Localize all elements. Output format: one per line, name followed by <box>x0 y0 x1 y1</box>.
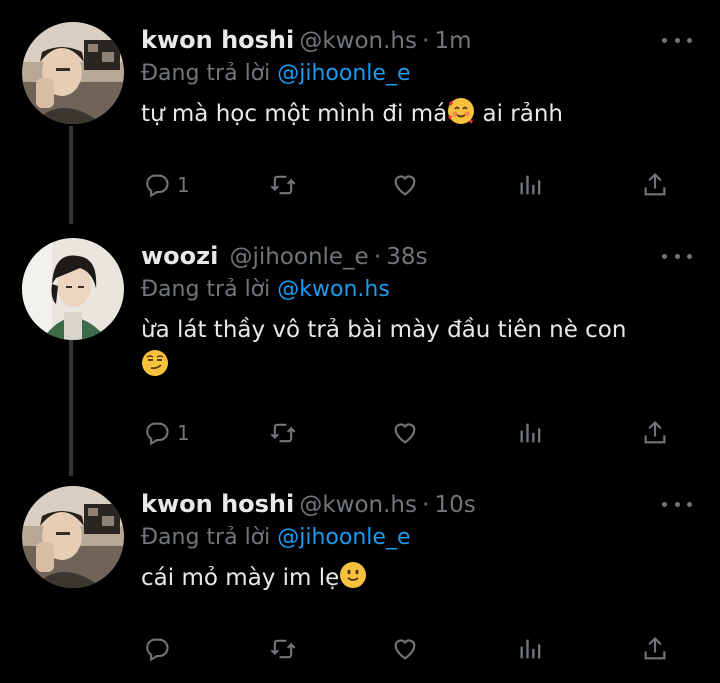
tweet-text-part: cái mỏ mày im lẹ <box>141 565 340 591</box>
replying-to-label: Đang trả lời <box>141 525 271 550</box>
tweet-text-part: tự mà học một mình đi má <box>141 101 448 127</box>
replying-to-label: Đang trả lời <box>141 61 271 86</box>
reply-count: 1 <box>177 173 190 197</box>
like-icon <box>394 175 416 196</box>
timestamp[interactable]: 10s <box>434 492 475 518</box>
retweet-icon <box>270 423 296 443</box>
views-button[interactable] <box>517 168 545 202</box>
retweet-button[interactable] <box>269 632 297 666</box>
avatar-photo <box>22 238 124 340</box>
username[interactable]: @jihoonle_e <box>229 244 368 270</box>
replying-to: Đang trả lời @jihoonle_e <box>141 522 690 554</box>
smiling-face-with-hearts-icon <box>447 97 475 136</box>
username[interactable]: @kwon.hs <box>299 492 417 518</box>
tweet-header: kwon hoshi @kwon.hs · 10s <box>141 486 692 522</box>
tweet[interactable]: woozi @jihoonle_e · 38s Đang trả lời @kw… <box>0 238 720 458</box>
display-name[interactable]: woozi <box>141 242 218 270</box>
like-button[interactable] <box>391 632 419 666</box>
tweet[interactable]: kwon hoshi @kwon.hs · 10s Đang trả lời @… <box>0 486 720 676</box>
timestamp[interactable]: 1m <box>434 28 471 54</box>
mention-link[interactable]: @jihoonle_e <box>277 525 410 550</box>
share-button[interactable] <box>641 416 669 450</box>
share-icon <box>644 421 666 444</box>
reply-button[interactable]: 1 <box>143 168 190 202</box>
share-button[interactable] <box>641 168 669 202</box>
retweet-icon <box>270 175 296 195</box>
tweet-text-part: ừa lát thầy vô trả bài mày đầu tiên nè c… <box>141 317 627 343</box>
reply-icon <box>146 174 169 198</box>
tweet-content: kwon hoshi @kwon.hs · 1m Đang trả lời @j… <box>141 22 692 136</box>
reply-button[interactable] <box>143 632 177 666</box>
more-icon[interactable] <box>662 22 692 58</box>
tweet-text-part: ai rảnh <box>475 101 563 127</box>
separator: · <box>422 492 430 518</box>
avatar-photo <box>22 22 124 124</box>
share-icon <box>644 637 666 660</box>
display-name[interactable]: kwon hoshi <box>141 490 294 518</box>
display-name[interactable]: kwon hoshi <box>141 26 294 54</box>
more-icon[interactable] <box>662 238 692 274</box>
tweet-actions: 1 <box>141 416 681 450</box>
mention-link[interactable]: @kwon.hs <box>277 277 390 302</box>
like-icon <box>394 639 416 660</box>
tweet-text: ừa lát thầy vô trả bài mày đầu tiên nè c… <box>141 312 690 388</box>
tweet-header: kwon hoshi @kwon.hs · 1m <box>141 22 692 58</box>
tweet-actions: 1 <box>141 168 681 202</box>
avatar[interactable] <box>22 238 124 340</box>
like-button[interactable] <box>391 168 419 202</box>
tweet-header: woozi @jihoonle_e · 38s <box>141 238 692 274</box>
share-icon <box>644 173 666 196</box>
replying-to-label: Đang trả lời <box>141 277 271 302</box>
reply-count: 1 <box>177 421 190 445</box>
replying-to: Đang trả lời @kwon.hs <box>141 274 690 306</box>
avatar[interactable] <box>22 22 124 124</box>
slightly-smiling-face-icon <box>339 561 367 600</box>
avatar[interactable] <box>22 486 124 588</box>
more-icon[interactable] <box>662 486 692 522</box>
separator: · <box>373 244 382 270</box>
timestamp[interactable]: 38s <box>386 244 427 270</box>
tweet-text: tự mà học một mình đi má ai rảnh <box>141 96 690 136</box>
retweet-icon <box>270 639 296 659</box>
tweet-content: woozi @jihoonle_e · 38s Đang trả lời @kw… <box>141 238 692 388</box>
smirking-face-icon <box>141 349 169 388</box>
tweet[interactable]: kwon hoshi @kwon.hs · 1m Đang trả lời @j… <box>0 22 720 212</box>
tweet-content: kwon hoshi @kwon.hs · 10s Đang trả lời @… <box>141 486 692 600</box>
views-icon <box>520 175 541 195</box>
retweet-button[interactable] <box>269 416 297 450</box>
retweet-button[interactable] <box>269 168 297 202</box>
views-icon <box>520 639 541 659</box>
replying-to: Đang trả lời @jihoonle_e <box>141 58 690 90</box>
username[interactable]: @kwon.hs <box>299 28 417 54</box>
like-icon <box>394 423 416 444</box>
share-button[interactable] <box>641 632 669 666</box>
separator: · <box>422 28 430 54</box>
tweet-actions <box>141 632 681 666</box>
views-button[interactable] <box>517 416 545 450</box>
reply-thread: kwon hoshi @kwon.hs · 1m Đang trả lời @j… <box>0 0 720 683</box>
mention-link[interactable]: @jihoonle_e <box>277 61 410 86</box>
views-button[interactable] <box>517 632 545 666</box>
reply-icon <box>146 638 169 662</box>
reply-icon <box>146 422 169 446</box>
avatar-photo <box>22 486 124 588</box>
like-button[interactable] <box>391 416 419 450</box>
views-icon <box>520 423 541 443</box>
tweet-text: cái mỏ mày im lẹ <box>141 560 690 600</box>
reply-button[interactable]: 1 <box>143 416 190 450</box>
